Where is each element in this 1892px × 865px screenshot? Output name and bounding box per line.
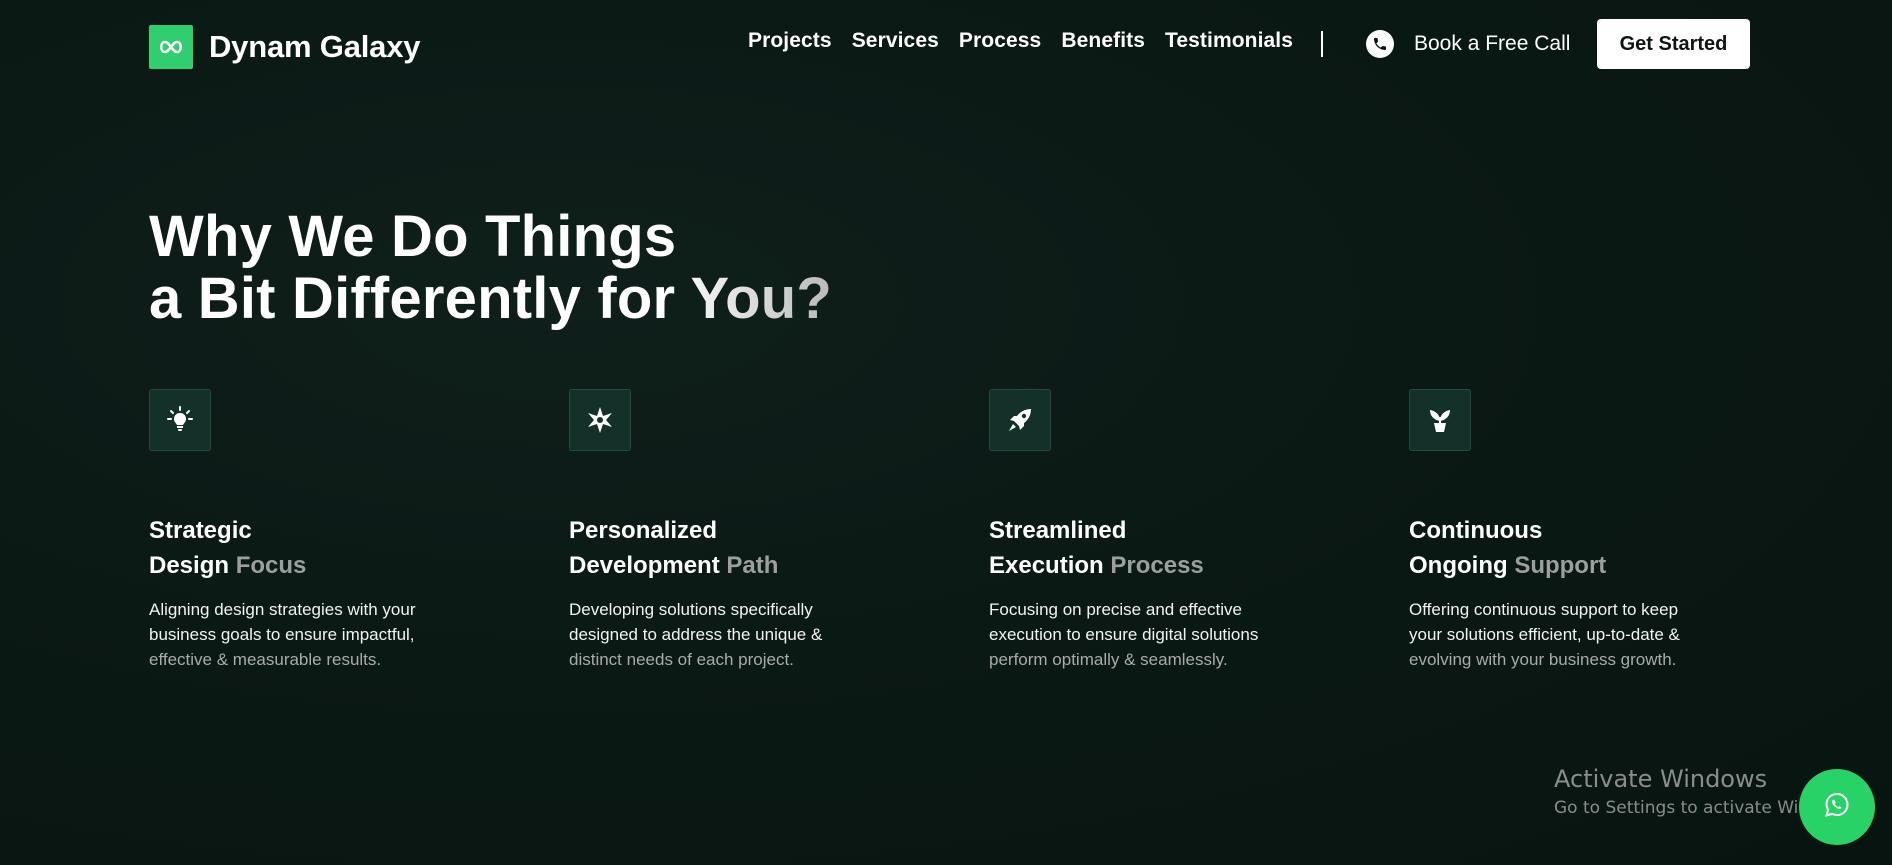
book-call-link[interactable]: Book a Free Call [1366, 30, 1570, 58]
rocket-icon [989, 389, 1051, 451]
feature-title-line-1: Personalized [569, 517, 718, 544]
nav-link-process[interactable]: Process [959, 29, 1041, 53]
feature-title-line-1: Continuous [1409, 517, 1543, 544]
feature-title-line-2: Design Focus [149, 548, 479, 583]
feature-card-personalized-development: Personalized Development Path Developing… [569, 389, 899, 672]
feature-title-accent: Support [1514, 552, 1607, 579]
feature-title: Streamlined Execution Process [989, 513, 1319, 583]
feature-description: Offering continuous support to keep your… [1409, 597, 1739, 672]
whatsapp-icon [1822, 790, 1852, 825]
whatsapp-chat-button[interactable] [1799, 769, 1875, 845]
brand-name: Dynam Galaxy [209, 29, 421, 64]
feature-desc-line: Focusing on precise and effective [989, 600, 1242, 619]
book-call-label: Book a Free Call [1414, 32, 1571, 55]
feature-desc-line: evolving with your business growth. [1409, 650, 1677, 669]
feature-title-line-2: Ongoing Support [1409, 548, 1739, 583]
feature-title-accent: Focus [235, 552, 307, 579]
feature-desc-line: Offering continuous support to keep [1409, 600, 1679, 619]
feature-title-main: Execution [989, 552, 1111, 579]
infinity-icon [149, 25, 193, 69]
feature-desc-line: designed to address the unique & [569, 625, 823, 644]
nav-link-benefits[interactable]: Benefits [1061, 29, 1145, 53]
feature-card-streamlined-execution: Streamlined Execution Process Focusing o… [989, 389, 1319, 672]
feature-desc-line: perform optimally & seamlessly. [989, 650, 1228, 669]
feature-title: Personalized Development Path [569, 513, 899, 583]
feature-desc-line: execution to ensure digital solutions [989, 625, 1259, 644]
nav-link-testimonials[interactable]: Testimonials [1165, 29, 1293, 53]
feature-description: Aligning design strategies with your bus… [149, 597, 479, 672]
feature-title-main: Design [149, 552, 236, 579]
page-title: Why We Do Things a Bit Differently for Y… [149, 206, 832, 330]
get-started-button[interactable]: Get Started [1597, 19, 1750, 69]
feature-desc-line: Developing solutions specifically [569, 600, 813, 619]
feature-title-main: Development [569, 552, 727, 579]
feature-card-continuous-support: Continuous Ongoing Support Offering cont… [1409, 389, 1739, 672]
feature-title-line-2: Development Path [569, 548, 899, 583]
feature-title: Continuous Ongoing Support [1409, 513, 1739, 583]
feature-desc-line: effective & measurable results. [149, 650, 382, 669]
feature-title-line-1: Streamlined [989, 517, 1127, 544]
compass-star-icon [569, 389, 631, 451]
nav-link-services[interactable]: Services [852, 29, 939, 53]
feature-title-line-2: Execution Process [989, 548, 1319, 583]
feature-title-accent: Process [1110, 552, 1204, 579]
main-menu: Projects Services Process Benefits Testi… [748, 29, 1293, 53]
feature-desc-line: distinct needs of each project. [569, 650, 794, 669]
feature-card-strategic-design: Strategic Design Focus Aligning design s… [149, 389, 479, 672]
phone-icon [1366, 30, 1394, 58]
feature-desc-line: your solutions efficient, up-to-date & [1409, 625, 1680, 644]
brand-home-link[interactable]: Dynam Galaxy [149, 25, 420, 69]
feature-title: Strategic Design Focus [149, 513, 479, 583]
page-title-line-2: a Bit Differently for You? [149, 266, 832, 331]
feature-title-main: Ongoing [1409, 552, 1515, 579]
feature-desc-line: business goals to ensure impactful, [149, 625, 415, 644]
lightbulb-icon [149, 389, 211, 451]
plant-pot-icon [1409, 389, 1471, 451]
nav-link-projects[interactable]: Projects [748, 29, 832, 53]
feature-title-line-1: Strategic [149, 517, 252, 544]
feature-desc-line: Aligning design strategies with your [149, 600, 416, 619]
top-navigation: Dynam Galaxy Projects Services Process B… [0, 0, 1892, 88]
page-title-line-1: Why We Do Things [149, 204, 677, 269]
feature-description: Developing solutions specifically design… [569, 597, 899, 672]
nav-divider [1321, 31, 1323, 57]
feature-description: Focusing on precise and effective execut… [989, 597, 1319, 672]
feature-title-accent: Path [726, 552, 779, 579]
